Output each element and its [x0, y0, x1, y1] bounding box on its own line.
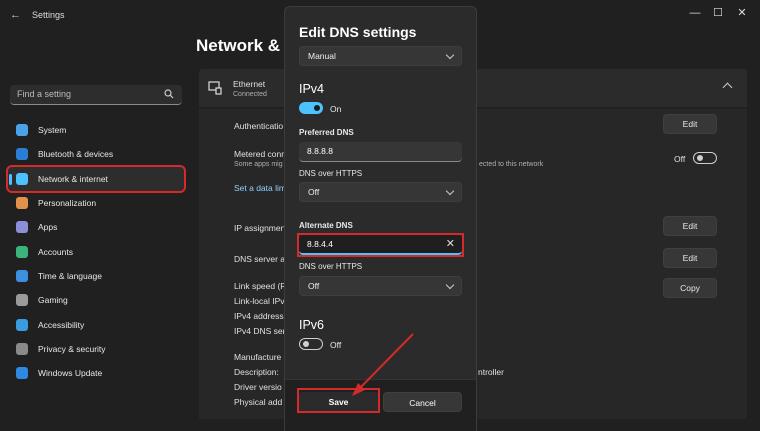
globe-icon [16, 269, 28, 282]
sidebar-item-bluetooth[interactable]: Bluetooth & devices [8, 142, 184, 166]
metered-label: Metered conn [234, 149, 286, 159]
dns-over-https-dropdown-2[interactable]: Off [299, 276, 462, 296]
chevron-up-icon[interactable] [722, 82, 733, 93]
description-label: Description: [234, 367, 279, 377]
ethernet-status: Connected [233, 91, 267, 98]
sidebar-item-gaming[interactable]: Gaming [8, 288, 184, 312]
bluetooth-icon [16, 148, 28, 161]
maximize-button[interactable]: ☐ [705, 4, 731, 22]
physical-address-label: Physical add [234, 397, 283, 407]
chevron-down-icon [445, 280, 455, 290]
person-icon [16, 245, 28, 258]
alternate-dns-label: Alternate DNS [299, 221, 353, 230]
ipv4-dns-label: IPv4 DNS ser [234, 326, 286, 336]
alternate-dns-highlight [297, 233, 464, 257]
dns-over-https-dropdown[interactable]: Off [299, 182, 462, 202]
page-title: Network & [196, 36, 281, 55]
link-local-label: Link-local IPv [234, 296, 285, 306]
search-icon [164, 89, 174, 99]
sidebar-item-privacy[interactable]: Privacy & security [8, 337, 184, 361]
description-right: ntroller [478, 367, 504, 377]
chevron-down-icon [445, 50, 455, 60]
app-title: Settings [32, 10, 65, 20]
dns-over-https-value-2: Off [308, 281, 320, 291]
cancel-button[interactable]: Cancel [383, 392, 462, 412]
gamepad-icon [16, 294, 28, 307]
edit-dns-dialog: Edit DNS settings Manual IPv4 On Preferr… [284, 6, 477, 431]
sidebar-item-label: Bluetooth & devices [38, 149, 114, 160]
ipv4-address-label: IPv4 address: [234, 311, 286, 321]
preferred-dns-input[interactable]: 8.8.8.8 [299, 142, 462, 162]
sidebar-item-label: Privacy & security [38, 343, 106, 354]
sidebar-item-windows-update[interactable]: Windows Update [8, 361, 184, 385]
ipv4-heading: IPv4 [299, 82, 325, 96]
driver-version-label: Driver versio [234, 382, 282, 392]
save-highlight [297, 388, 380, 413]
preferred-dns-label: Preferred DNS [299, 128, 354, 137]
update-icon [16, 367, 28, 380]
metered-desc: Some apps mig [234, 161, 283, 168]
search-placeholder: Find a setting [17, 89, 72, 99]
sidebar-item-time-language[interactable]: Time & language [8, 264, 184, 288]
ipv4-toggle-label: On [330, 104, 342, 114]
metered-desc-right: ected to this network [479, 161, 544, 168]
wifi-icon [16, 172, 28, 185]
edit-dns-button[interactable]: Edit [663, 248, 717, 268]
apps-icon [16, 221, 28, 234]
shield-icon [16, 342, 28, 355]
metered-toggle[interactable] [693, 152, 717, 164]
sidebar-item-label: Accounts [38, 246, 73, 257]
data-limit-link[interactable]: Set a data lim [234, 183, 286, 193]
close-button[interactable]: ✕ [729, 4, 755, 22]
preferred-dns-value: 8.8.8.8 [307, 146, 333, 156]
ip-assignment-label: IP assignmen [234, 223, 286, 233]
sidebar-item-label: Apps [38, 222, 58, 233]
sidebar-item-accounts[interactable]: Accounts [8, 239, 184, 263]
ethernet-icon [208, 81, 222, 95]
dns-over-https-label-2: DNS over HTTPS [299, 262, 363, 271]
sidebar-item-accessibility[interactable]: Accessibility [8, 312, 184, 336]
chevron-down-icon [445, 186, 455, 196]
sidebar-item-label: System [38, 125, 67, 136]
dns-mode-value: Manual [308, 51, 336, 61]
dns-over-https-value: Off [308, 187, 320, 197]
ethernet-label: Ethernet [233, 79, 266, 89]
sidebar-item-label: Time & language [38, 270, 102, 281]
accessibility-icon [16, 318, 28, 331]
copy-button[interactable]: Copy [663, 278, 717, 298]
metered-toggle-label: Off [674, 154, 686, 164]
ipv4-toggle[interactable] [299, 102, 323, 114]
system-icon [16, 124, 28, 137]
dns-mode-dropdown[interactable]: Manual [299, 46, 462, 66]
sidebar-item-apps[interactable]: Apps [8, 215, 184, 239]
sidebar-item-personalization[interactable]: Personalization [8, 191, 184, 215]
sidebar-item-label: Personalization [38, 198, 97, 209]
ipv6-toggle-label: Off [330, 340, 342, 350]
dialog-title: Edit DNS settings [299, 24, 417, 40]
ipv6-toggle[interactable] [299, 338, 323, 350]
dns-over-https-label: DNS over HTTPS [299, 169, 363, 178]
brush-icon [16, 197, 28, 210]
authentication-label: Authenticatio [234, 121, 284, 131]
sidebar-item-label: Windows Update [38, 368, 103, 379]
sidebar-item-system[interactable]: System [8, 118, 184, 142]
back-arrow-icon[interactable]: ← [10, 9, 21, 21]
manufacturer-label: Manufacture [234, 352, 282, 362]
dns-server-label: DNS server a [234, 254, 286, 264]
sidebar-item-label: Gaming [38, 295, 68, 306]
edit-authentication-button[interactable]: Edit [663, 114, 717, 134]
sidebar-item-network[interactable]: Network & internet [6, 164, 186, 193]
link-speed-label: Link speed (R [234, 281, 287, 291]
ipv6-heading: IPv6 [299, 318, 325, 332]
sidebar-nav: System Bluetooth & devices Network & int… [6, 118, 186, 385]
sidebar-item-label: Network & internet [38, 173, 108, 184]
sidebar-item-label: Accessibility [38, 319, 85, 330]
edit-ip-assignment-button[interactable]: Edit [663, 216, 717, 236]
search-input[interactable]: Find a setting [10, 85, 182, 105]
